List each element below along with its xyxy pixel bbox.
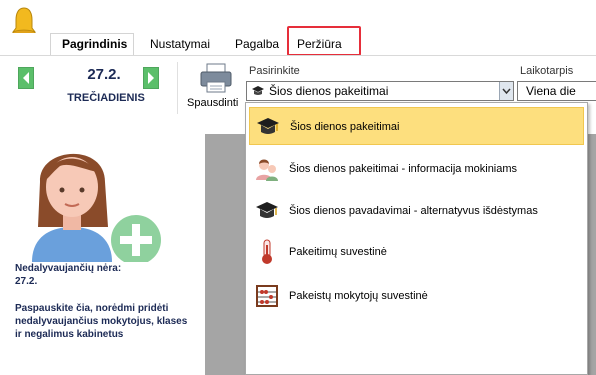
students-icon [255, 156, 279, 182]
current-date: 27.2. [87, 66, 121, 83]
print-button-label[interactable]: Spausdinti [187, 97, 238, 109]
dropdown-item-today-substitutions[interactable]: Šios dienos pavadavimai - alternatyvus i… [249, 192, 584, 230]
report-select[interactable]: Šios dienos pakeitimai [246, 81, 514, 101]
absence-status-date: 27.2. [15, 276, 38, 287]
printer-icon[interactable] [199, 62, 233, 94]
dropdown-item-label: Šios dienos pakeitimai - informacija mok… [289, 163, 518, 175]
ribbon-separator [177, 62, 178, 114]
absence-status-line1: Nedalyvaujančių nėra: [15, 263, 122, 274]
period-group-label: Laikotarpis [520, 65, 574, 77]
dropdown-item-changes-summary[interactable]: Pakeitimų suvestinė [249, 233, 584, 271]
absence-status: Nedalyvaujančių nėra: 27.2. [15, 262, 195, 288]
graduation-cap-icon [251, 84, 265, 98]
report-select-value: Šios dienos pakeitimai [269, 84, 389, 98]
tab-help[interactable]: Pagalba [235, 36, 279, 52]
dropdown-item-today-changes-students[interactable]: Šios dienos pakeitimai - informacija mok… [249, 150, 584, 188]
tab-home[interactable]: Pagrindinis [62, 36, 127, 52]
dropdown-item-label: Pakeitimų suvestinė [289, 246, 387, 258]
dropdown-item-today-changes[interactable]: Šios dienos pakeitimai [249, 107, 584, 145]
graduation-cap-icon [255, 198, 279, 224]
graduation-cap-icon [256, 114, 280, 140]
dropdown-item-teachers-summary[interactable]: Pakeistų mokytojų suvestinė [249, 277, 584, 315]
dropdown-item-label: Šios dienos pakeitimai [290, 121, 400, 133]
report-dropdown-list: Šios dienos pakeitimai Šios dienos pakei… [245, 102, 588, 375]
dropdown-item-label: Pakeistų mokytojų suvestinė [289, 290, 428, 302]
chevron-down-icon[interactable] [499, 82, 513, 100]
select-group-label: Pasirinkite [249, 65, 300, 77]
period-select[interactable]: Viena die [517, 81, 596, 101]
arrow-left-icon [23, 72, 29, 84]
next-day-button[interactable] [143, 67, 159, 89]
abacus-icon [255, 283, 279, 309]
add-absence-hint[interactable]: Paspauskite čia, norėdmi pridėti nedalyv… [15, 302, 195, 341]
tab-settings[interactable]: Nustatymai [150, 36, 210, 52]
tab-view-highlight [287, 26, 361, 56]
add-absence-avatar-icon[interactable] [10, 132, 170, 265]
current-weekday: TREČIADIENIS [67, 92, 145, 104]
arrow-right-icon [148, 72, 154, 84]
thermometer-icon [255, 239, 279, 265]
dropdown-item-label: Šios dienos pavadavimai - alternatyvus i… [289, 205, 538, 217]
previous-day-button[interactable] [18, 67, 34, 89]
